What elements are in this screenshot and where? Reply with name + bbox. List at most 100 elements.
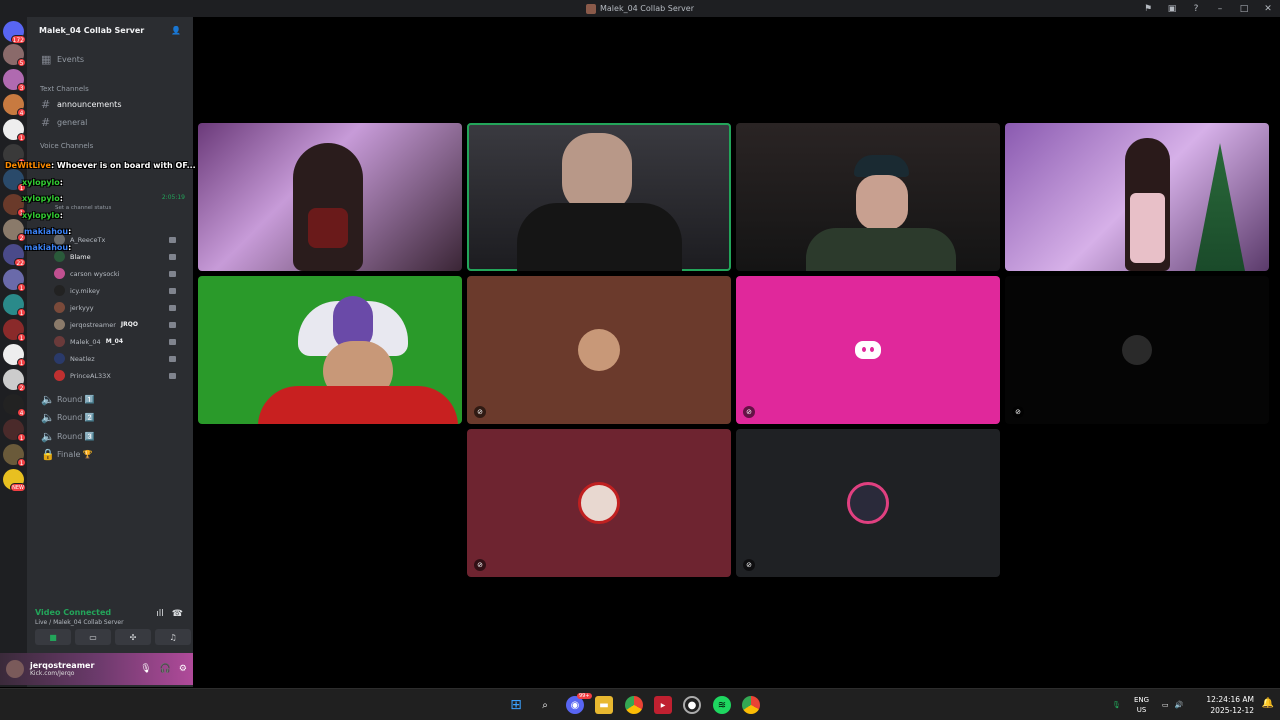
server-icon[interactable]: 4 bbox=[3, 94, 26, 117]
video-tile-5[interactable] bbox=[198, 276, 462, 424]
camera-button[interactable]: ■ bbox=[35, 629, 71, 645]
server-icon[interactable]: 2 bbox=[3, 369, 26, 392]
video-tile-8[interactable]: ⊘ bbox=[1005, 276, 1269, 424]
events-item[interactable]: ▦ Events bbox=[35, 51, 185, 67]
server-header[interactable]: Malek_04 Collab Server 👤 bbox=[27, 17, 193, 43]
video-tile-2[interactable] bbox=[467, 123, 731, 271]
server-icon[interactable]: 22 bbox=[3, 244, 26, 267]
chat-overlay-line: xylopylo: bbox=[22, 178, 63, 187]
minimize-button[interactable]: – bbox=[1208, 0, 1232, 17]
chrome-profile-icon[interactable] bbox=[742, 696, 760, 714]
mic-tray-icon[interactable]: 🎙 bbox=[1112, 701, 1121, 709]
server-icon[interactable]: 1 bbox=[3, 194, 26, 217]
maximize-button[interactable]: □ bbox=[1232, 0, 1256, 17]
mute-icon: ⊘ bbox=[1012, 406, 1024, 418]
file-explorer-icon[interactable]: ▬ bbox=[595, 696, 613, 714]
voice-user[interactable]: icy.mikey bbox=[54, 283, 186, 298]
server-icon[interactable]: 1 bbox=[3, 319, 26, 342]
headphones-icon[interactable]: 🎧 bbox=[160, 664, 171, 674]
inbox-icon[interactable]: ▣ bbox=[1160, 0, 1184, 17]
voice-user[interactable]: carson wysocki bbox=[54, 266, 186, 281]
volume-icon[interactable]: 🔊 bbox=[1175, 701, 1184, 709]
participant-shirt bbox=[258, 386, 458, 424]
chat-message: : bbox=[59, 211, 63, 220]
voice-user[interactable]: Blame bbox=[54, 249, 186, 264]
hash-icon: # bbox=[41, 97, 51, 111]
voice-user[interactable]: jerqostreamer JRQO bbox=[54, 317, 186, 332]
username[interactable]: jerqostreamer bbox=[30, 661, 94, 670]
video-tile-1[interactable] bbox=[198, 123, 462, 271]
settings-icon[interactable]: ⚙ bbox=[179, 664, 187, 674]
voice-user[interactable]: PrinceAL33X bbox=[54, 368, 186, 383]
voice-category[interactable]: Voice Channels bbox=[40, 142, 93, 150]
voice-user[interactable]: A_ReeceTx bbox=[54, 232, 186, 247]
help-icon[interactable]: ? bbox=[1184, 0, 1208, 17]
channel-label: general bbox=[57, 117, 88, 127]
server-icon[interactable]: 1 bbox=[3, 419, 26, 442]
clock[interactable]: 12:24:16 AM 2025-12-12 bbox=[1206, 694, 1254, 716]
server-icon[interactable]: 172 bbox=[3, 21, 26, 44]
voice-finale[interactable]: 🔒 Finale 🏆 bbox=[35, 446, 185, 462]
noise-suppression-icon[interactable]: ıll bbox=[156, 609, 164, 619]
server-icon[interactable]: 1 bbox=[3, 344, 26, 367]
unread-badge: NEW bbox=[10, 483, 26, 492]
text-category[interactable]: Text Channels bbox=[40, 85, 89, 93]
voice-round-1[interactable]: 🔈 Round 1️⃣ bbox=[35, 391, 185, 407]
flag-icon[interactable]: ⚑ bbox=[1136, 0, 1160, 17]
avatar[interactable] bbox=[6, 660, 24, 678]
unread-badge: 1 bbox=[17, 458, 26, 467]
channel-status-hint[interactable]: Set a channel status bbox=[55, 205, 111, 211]
activities-button[interactable]: ✣ bbox=[115, 629, 151, 645]
video-tile-6[interactable]: ⊘ bbox=[467, 276, 731, 424]
search-icon[interactable]: ⌕ bbox=[536, 696, 554, 714]
video-tile-4[interactable] bbox=[1005, 123, 1269, 271]
close-button[interactable]: ✕ bbox=[1256, 0, 1280, 17]
video-tile-3[interactable] bbox=[736, 123, 1000, 271]
avatar bbox=[54, 370, 65, 381]
voice-user[interactable]: Neatlez bbox=[54, 351, 186, 366]
channel-label: Finale 🏆 bbox=[57, 449, 93, 459]
network-icon[interactable]: ▭ bbox=[1162, 701, 1169, 709]
server-icon[interactable]: 2 bbox=[3, 219, 26, 242]
camera-status-icon bbox=[169, 253, 176, 260]
chat-message: : bbox=[68, 227, 72, 236]
video-tile-10[interactable]: ⊘ bbox=[736, 429, 1000, 577]
server-icon[interactable]: 3 bbox=[3, 69, 26, 92]
spotify-icon[interactable]: ≋ bbox=[713, 696, 731, 714]
unread-badge: 2 bbox=[17, 383, 26, 392]
mic-icon[interactable]: 🎙 bbox=[140, 664, 151, 674]
disconnect-icon[interactable]: ☎ bbox=[172, 609, 183, 619]
video-editor-icon[interactable]: ▶ bbox=[654, 696, 672, 714]
voice-user-name: Neatlez bbox=[70, 354, 95, 363]
add-member-icon[interactable]: 👤 bbox=[171, 26, 181, 35]
server-icon[interactable]: 1 bbox=[3, 119, 26, 142]
participant-shirt bbox=[806, 228, 956, 271]
channel-announcements[interactable]: # announcements bbox=[35, 96, 185, 112]
notification-icon[interactable]: 🔔 bbox=[1262, 698, 1274, 709]
obs-icon[interactable]: ● bbox=[683, 696, 701, 714]
server-icon[interactable]: NEW bbox=[3, 469, 26, 492]
voice-user[interactable]: jerkyyy bbox=[54, 300, 186, 315]
participant-cap bbox=[854, 155, 909, 177]
server-icon[interactable]: 5 bbox=[3, 44, 26, 67]
soundboard-button[interactable]: ♫ bbox=[155, 629, 191, 645]
language-indicator[interactable]: ENG US bbox=[1134, 695, 1149, 715]
server-icon[interactable]: 4 bbox=[3, 394, 26, 417]
chat-overlay-line: xylopylo: bbox=[22, 194, 63, 203]
server-icon[interactable]: 1 bbox=[3, 294, 26, 317]
chrome-icon[interactable] bbox=[625, 696, 643, 714]
screen-share-button[interactable]: ▭ bbox=[75, 629, 111, 645]
voice-round-2[interactable]: 🔈 Round 2️⃣ bbox=[35, 409, 185, 425]
server-icon[interactable]: 1 bbox=[3, 269, 26, 292]
video-tile-9[interactable]: ⊘ bbox=[467, 429, 731, 577]
server-rail: 172 5 3 4 1 1 1 1 2 22 1 1 1 1 2 4 1 1 NEW bbox=[0, 17, 27, 687]
server-icon[interactable]: 1 bbox=[3, 444, 26, 467]
server-icon[interactable]: 1 bbox=[3, 169, 26, 192]
video-tile-7[interactable]: ⊘ bbox=[736, 276, 1000, 424]
voice-round-3[interactable]: 🔈 Round 3️⃣ bbox=[35, 428, 185, 444]
windows-start-icon[interactable]: ⊞ bbox=[507, 696, 525, 714]
channel-general[interactable]: # general bbox=[35, 114, 185, 130]
voice-user[interactable]: Malek_04 M_04 bbox=[54, 334, 186, 349]
mute-icon: ⊘ bbox=[474, 406, 486, 418]
participant-shirt bbox=[517, 203, 682, 271]
